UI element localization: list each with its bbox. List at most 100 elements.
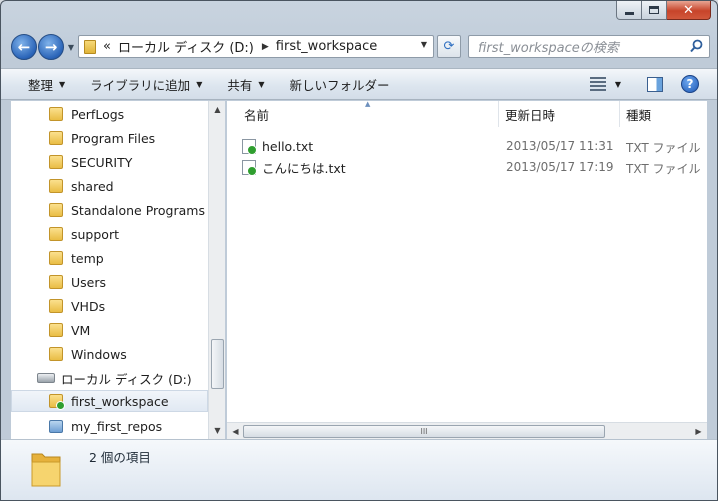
folder-icon: [49, 275, 63, 289]
folder-icon: [49, 107, 63, 121]
sync-check-icon: [247, 165, 257, 176]
new-folder-label: 新しいフォルダー: [289, 77, 390, 93]
tree-folder-label: temp: [71, 250, 104, 266]
navigation-pane: PerfLogs Program Files SECURITY shared S…: [11, 101, 225, 439]
tree-drive[interactable]: ローカル ディスク (D:): [37, 367, 207, 389]
column-header-name[interactable]: 名前: [227, 101, 499, 127]
column-type-label: 種類: [626, 107, 652, 123]
file-modified: 2013/05/17 11:31: [506, 139, 614, 153]
tree-folder-label: PerfLogs: [71, 106, 125, 122]
view-options-icon[interactable]: [589, 77, 606, 91]
folder-icon: [49, 131, 63, 145]
chevron-down-icon: ▼: [258, 79, 265, 89]
folder-icon: [49, 299, 63, 313]
command-bar: 整理 ▼ ライブラリに追加 ▼ 共有 ▼ 新しいフォルダー ▼ ?: [1, 68, 717, 100]
tree-folder-label: my_first_repos: [71, 418, 163, 434]
maximize-icon: [649, 6, 659, 14]
maximize-button[interactable]: [642, 1, 667, 20]
search-placeholder: first_workspaceの検索: [478, 41, 619, 56]
close-button[interactable]: ✕: [667, 1, 711, 20]
back-button[interactable]: ←: [11, 34, 37, 60]
organize-button[interactable]: 整理 ▼: [28, 75, 65, 94]
breadcrumb-current-folder[interactable]: first_workspace: [276, 39, 378, 54]
folder-icon: [49, 203, 63, 217]
search-icon[interactable]: [690, 39, 703, 53]
new-folder-button[interactable]: 新しいフォルダー: [290, 75, 390, 94]
tree-folder-label: Windows: [71, 346, 127, 362]
text-file-icon: [242, 159, 257, 176]
share-button[interactable]: 共有 ▼: [227, 75, 264, 94]
share-label: 共有: [227, 77, 253, 93]
address-bar[interactable]: « ローカル ディスク (D:) ▶ first_workspace ▼: [78, 35, 434, 58]
folder-icon: [49, 179, 63, 193]
scrollbar-thumb[interactable]: [211, 339, 224, 389]
chevron-down-icon: ▼: [67, 42, 75, 52]
scroll-left-icon[interactable]: ◀: [227, 423, 244, 440]
tree-folder-label: VM: [71, 322, 91, 338]
file-list-scrollbar[interactable]: ◀ III ▶: [227, 422, 707, 439]
chevron-down-icon: ▼: [196, 79, 203, 89]
breadcrumb-overflow[interactable]: «: [103, 39, 111, 54]
address-dropdown-icon[interactable]: ▼: [421, 40, 427, 49]
add-to-library-label: ライブラリに追加: [90, 77, 191, 93]
navigation-scrollbar[interactable]: ▲ ▼: [208, 101, 225, 439]
organize-label: 整理: [28, 77, 54, 93]
toolbar-right: ▼ ?: [589, 75, 699, 93]
sort-ascending-icon: ▲: [365, 100, 371, 108]
file-list: 名前 ▲ 更新日時 種類 hello.txt 2013/05/17 11:31 …: [227, 100, 707, 439]
forward-button[interactable]: →: [38, 34, 64, 60]
folder-icon: [49, 251, 63, 265]
tree-drive-label: ローカル ディスク (D:): [61, 371, 192, 387]
column-header-type[interactable]: 種類: [620, 101, 707, 127]
folder-icon: [49, 347, 63, 361]
tree-folder-label: SECURITY: [71, 154, 133, 170]
arrow-left-icon: ←: [17, 38, 31, 56]
view-options-dropdown-icon[interactable]: ▼: [615, 80, 621, 89]
column-name-label: 名前: [244, 107, 270, 123]
folder-icon: [84, 39, 96, 54]
scrollbar-thumb[interactable]: III: [243, 425, 605, 438]
file-row[interactable]: hello.txt: [242, 136, 313, 156]
folder-icon: [49, 155, 63, 169]
refresh-button[interactable]: ⟳: [437, 35, 461, 58]
file-modified: 2013/05/17 17:19: [506, 160, 614, 174]
column-header-modified[interactable]: 更新日時: [499, 101, 620, 127]
drive-icon: [37, 373, 55, 383]
chevron-down-icon: ▼: [59, 79, 66, 89]
breadcrumb-separator-icon[interactable]: ▶: [262, 42, 269, 52]
arrow-right-icon: →: [44, 38, 58, 56]
breadcrumb-drive[interactable]: ローカル ディスク (D:): [118, 37, 254, 56]
tree-folder-selected[interactable]: first_workspace: [11, 390, 208, 412]
tree-folder-label: support: [71, 226, 119, 242]
repository-icon: [49, 419, 63, 433]
refresh-icon: ⟳: [443, 39, 455, 54]
file-name: こんにちは.txt: [262, 160, 346, 176]
add-to-library-button[interactable]: ライブラリに追加 ▼: [90, 75, 202, 94]
help-icon[interactable]: ?: [681, 75, 699, 93]
text-file-icon: [242, 138, 257, 155]
folder-large-icon: [31, 453, 61, 487]
search-input[interactable]: first_workspaceの検索: [468, 35, 710, 58]
folder-icon: [49, 323, 63, 337]
explorer-window: ✕ ← → ▼ « ローカル ディスク (D:) ▶ first_workspa…: [0, 0, 718, 501]
sync-check-icon: [247, 144, 257, 155]
item-count: 2 個の項目: [89, 450, 151, 465]
file-type: TXT ファイル: [626, 141, 701, 155]
column-modified-label: 更新日時: [505, 107, 556, 123]
tree-folder-label: shared: [71, 178, 114, 194]
scroll-down-icon[interactable]: ▼: [209, 422, 226, 439]
scroll-right-icon[interactable]: ▶: [690, 423, 707, 440]
scroll-up-icon[interactable]: ▲: [209, 101, 226, 118]
navigation-buttons: ← → ▼: [11, 33, 77, 61]
tree-folder-label: Program Files: [71, 130, 156, 146]
window-controls: ✕: [616, 1, 711, 20]
file-row[interactable]: こんにちは.txt: [242, 157, 346, 177]
minimize-button[interactable]: [616, 1, 642, 20]
recent-pages-dropdown[interactable]: ▼: [65, 43, 77, 52]
folder-icon: [49, 227, 63, 241]
file-name: hello.txt: [262, 138, 314, 154]
file-type: TXT ファイル: [626, 162, 701, 176]
preview-pane-icon[interactable]: [647, 76, 663, 92]
sync-check-icon: [56, 401, 65, 410]
tree-folder-label: Users: [71, 274, 107, 290]
